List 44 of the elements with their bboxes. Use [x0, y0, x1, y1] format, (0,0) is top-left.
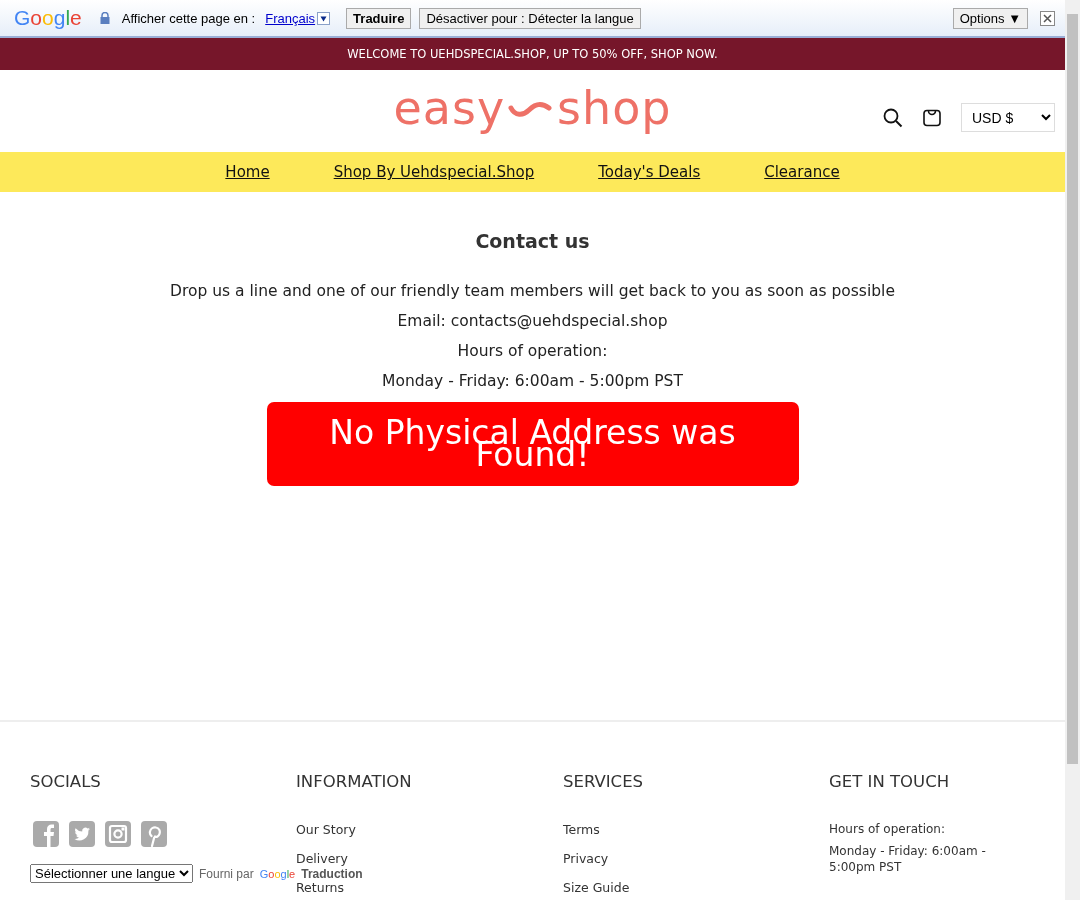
footer-link[interactable]: Our Story — [296, 821, 563, 838]
contact-text: Drop us a line and one of our friendly team members will get back to you as soon as possible — [170, 282, 895, 301]
nav-link[interactable]: Clearance — [764, 163, 840, 181]
powered-by-text: Fourni par — [199, 866, 254, 881]
nav-link[interactable]: Today's Deals — [598, 163, 701, 181]
dropdown-icon[interactable] — [317, 11, 331, 25]
disable-button[interactable]: Désactiver pour : Détecter la langue — [419, 7, 641, 29]
bag-icon[interactable] — [923, 108, 941, 127]
lock-icon — [99, 12, 110, 24]
footer-text: Hours of operation: — [829, 821, 946, 837]
options-button[interactable]: Options ▼ — [952, 7, 1028, 29]
prompt-text: Afficher cette page en : — [121, 10, 256, 26]
currency-select[interactable]: USD $ — [961, 103, 1055, 132]
footer-link[interactable]: Size Guide — [563, 879, 829, 896]
footer-link[interactable]: Privacy — [563, 850, 829, 867]
scrollbar[interactable] — [1065, 0, 1080, 900]
search-icon[interactable] — [883, 107, 903, 128]
google-logo: Google — [14, 6, 82, 30]
nav-link[interactable]: Home — [225, 163, 270, 181]
alert-banner: No Physical Address was Found! — [266, 402, 799, 486]
pinterest-icon[interactable] — [141, 821, 167, 847]
language-link[interactable]: Français — [265, 10, 316, 26]
translate-text: Traduction — [301, 866, 363, 881]
footer-link[interactable]: Returns — [296, 879, 563, 896]
footer-link[interactable]: Terms — [563, 821, 829, 838]
facebook-icon[interactable] — [33, 821, 59, 847]
announcement-text: WELCOME TO UEHDSPECIAL.SHOP, UP TO 50% OFF, SHOP NOW. — [347, 47, 718, 61]
footer-text: Monday - Friday: 6:00am - 5:00pm PST — [829, 843, 987, 875]
translate-button[interactable]: Traduire — [346, 7, 412, 29]
twitter-icon[interactable] — [69, 821, 95, 847]
page-title: Contact us — [475, 230, 590, 252]
contact-text: Email: contacts@uehdspecial.shop — [397, 312, 668, 331]
contact-text: Hours of operation: — [457, 342, 608, 361]
instagram-icon[interactable] — [105, 821, 131, 847]
nav-link[interactable]: Shop By Uehdspecial.Shop — [333, 163, 535, 181]
footer-heading: SOCIALS — [30, 772, 102, 791]
google-logo: Google — [259, 867, 296, 880]
contact-text: Monday - Friday: 6:00am - 5:00pm PST — [382, 372, 683, 391]
language-select[interactable]: Sélectionner une langue — [30, 864, 193, 883]
footer-heading: INFORMATION — [296, 772, 413, 791]
close-icon[interactable] — [1040, 10, 1055, 26]
footer-heading: GET IN TOUCH — [829, 772, 951, 791]
footer-heading: SERVICES — [563, 772, 645, 791]
footer-link[interactable]: Delivery — [296, 850, 563, 867]
